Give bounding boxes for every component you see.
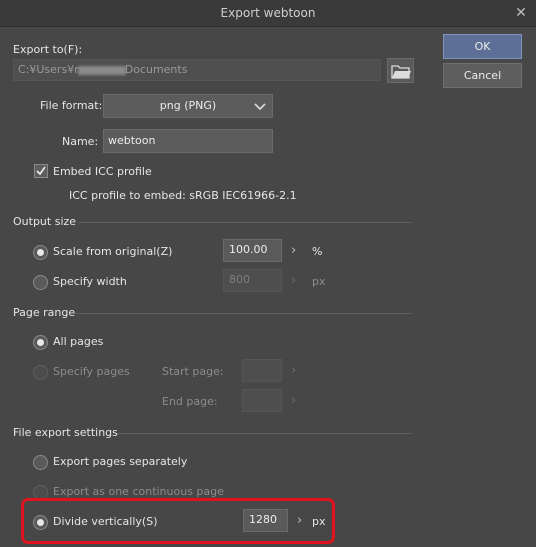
- export-separately-label: Export pages separately: [53, 455, 188, 468]
- file-export-heading: File export settings: [13, 426, 118, 439]
- scale-radio[interactable]: [33, 245, 48, 260]
- all-pages-radio[interactable]: [33, 335, 48, 350]
- export-to-label: Export to(F):: [13, 43, 83, 56]
- divider: [78, 222, 412, 223]
- file-format-label: File format:: [40, 99, 103, 112]
- check-icon: [36, 166, 46, 176]
- file-format-value: png (PNG): [159, 99, 217, 112]
- specify-pages-label: Specify pages: [53, 365, 130, 378]
- end-page-input[interactable]: [242, 389, 282, 412]
- ok-button[interactable]: OK: [443, 34, 522, 59]
- page-range-heading: Page range: [13, 306, 76, 319]
- specify-width-label: Specify width: [53, 275, 127, 288]
- export-separately-radio[interactable]: [33, 455, 48, 470]
- folder-browse-button[interactable]: [387, 58, 414, 83]
- divider: [75, 313, 412, 314]
- divider: [118, 433, 412, 434]
- width-unit: px: [312, 275, 326, 288]
- all-pages-label: All pages: [53, 335, 104, 348]
- path-prefix: C:¥Users¥r: [18, 63, 79, 76]
- specify-width-radio[interactable]: [33, 275, 48, 290]
- specify-pages-radio[interactable]: [33, 365, 48, 380]
- output-size-heading: Output size: [13, 215, 77, 228]
- highlight-box: [21, 498, 335, 544]
- start-page-label: Start page:: [162, 365, 224, 378]
- folder-icon: [391, 65, 411, 79]
- cancel-button[interactable]: Cancel: [443, 63, 522, 88]
- end-page-label: End page:: [162, 395, 218, 408]
- window-title: Export webtoon: [220, 6, 316, 20]
- path-suffix: Documents: [124, 63, 188, 76]
- scale-unit: %: [312, 245, 323, 258]
- chevron-down-icon: [254, 97, 266, 123]
- embed-icc-checkbox[interactable]: [34, 164, 48, 178]
- name-label: Name:: [62, 135, 99, 148]
- name-input[interactable]: webtoon: [103, 129, 273, 153]
- chevron-right-icon[interactable]: ›: [291, 363, 296, 378]
- scale-label: Scale from original(Z): [53, 245, 173, 258]
- redacted-username: [77, 65, 126, 75]
- start-page-input[interactable]: [242, 359, 282, 382]
- continuous-page-label: Export as one continuous page: [53, 485, 224, 498]
- scale-input[interactable]: 100.00: [223, 239, 282, 262]
- file-format-select[interactable]: png (PNG): [103, 94, 273, 118]
- close-icon[interactable]: ✕: [512, 4, 530, 22]
- width-input[interactable]: 800: [223, 269, 282, 292]
- chevron-right-icon[interactable]: ›: [291, 273, 296, 288]
- export-path-field[interactable]: C:¥Users¥r Documents: [13, 59, 381, 81]
- embed-icc-label: Embed ICC profile: [53, 165, 152, 178]
- chevron-right-icon[interactable]: ›: [291, 393, 296, 408]
- chevron-right-icon[interactable]: ›: [291, 243, 296, 258]
- icc-profile-text: ICC profile to embed: sRGB IEC61966-2.1: [69, 189, 297, 202]
